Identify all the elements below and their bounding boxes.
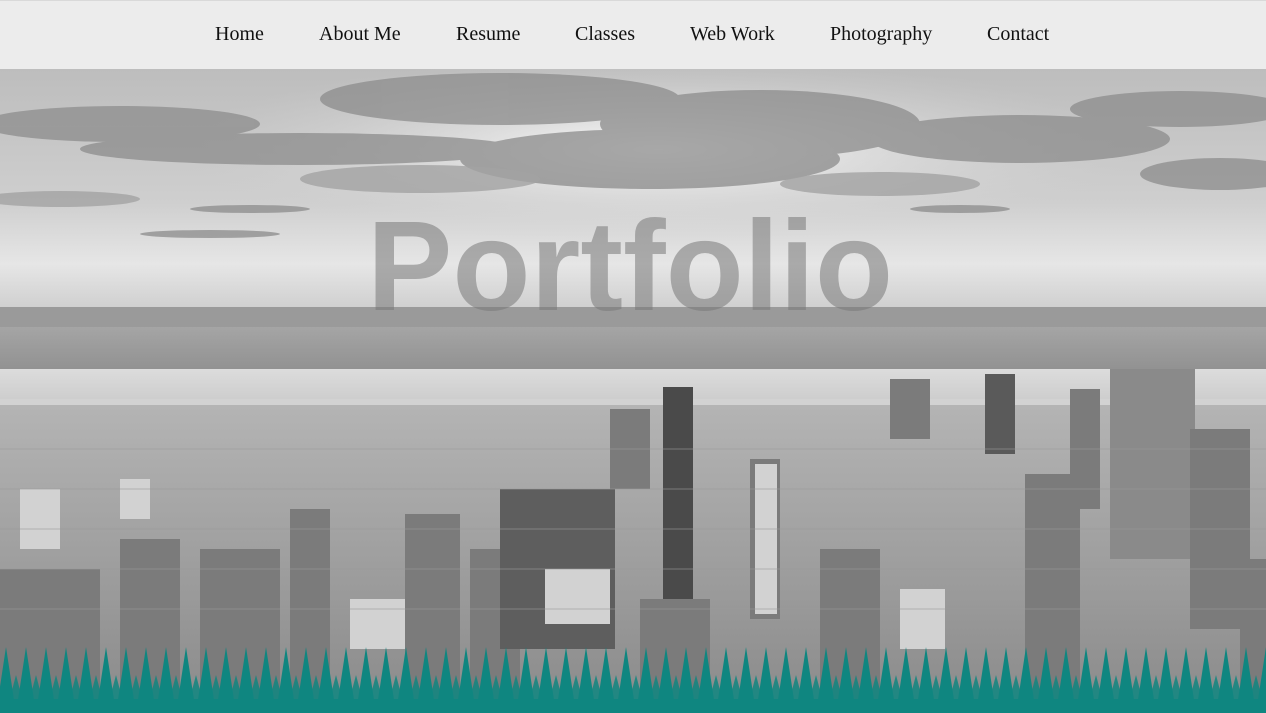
top-nav: Home About Me Resume Classes Web Work Ph… <box>0 0 1266 69</box>
nav-link-classes[interactable]: Classes <box>575 21 635 47</box>
nav-link-web-work[interactable]: Web Work <box>690 21 775 47</box>
nav-link-resume[interactable]: Resume <box>456 21 520 47</box>
teal-spike-border <box>0 647 1266 713</box>
nav-link-home[interactable]: Home <box>215 21 264 47</box>
hero-banner: Portfolio <box>0 69 1266 713</box>
nav-link-contact[interactable]: Contact <box>987 21 1049 47</box>
city-skyline-photo <box>0 69 1266 713</box>
nav-link-photography[interactable]: Photography <box>830 21 932 47</box>
nav-link-about-me[interactable]: About Me <box>319 21 401 47</box>
hero-title: Portfolio <box>366 195 894 338</box>
